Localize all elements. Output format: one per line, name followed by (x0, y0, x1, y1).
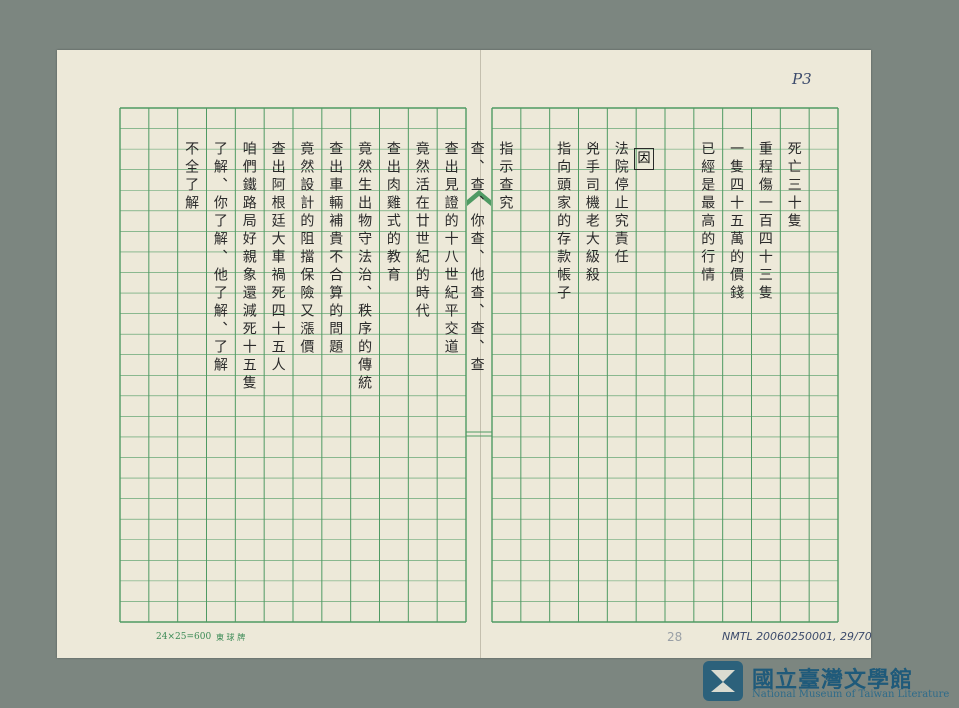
manuscript-line: 竟然設計的阻擋保險又漲價 (298, 140, 315, 357)
manuscript-line: 法院停止究責任 (612, 140, 629, 267)
manuscript-line: 查出見證的十八世紀平交道 (442, 140, 459, 357)
paper-brand: 東 球 牌 (216, 633, 246, 642)
manuscript-line: 不全了解 (183, 140, 200, 213)
manuscript-line: 竟然活在廿世紀的時代 (413, 140, 430, 321)
museum-name-english: National Museum of Taiwan Literature (752, 689, 950, 700)
museum-emblem-icon (703, 661, 743, 701)
manuscript-line: 竟然生出物守法治、秩序的傳統 (356, 140, 373, 393)
manuscript-line: 查、查、你查、他查、查、查 (468, 140, 485, 375)
manuscript-line: 死亡三十隻 (785, 140, 802, 231)
manuscript-line: 查出阿根廷大車禍死四十五人 (269, 140, 286, 375)
manuscript-line: 了解、你了解、他了解、了解 (211, 140, 228, 375)
manuscript-line: 兇手司機老大級殺 (583, 140, 600, 285)
museum-logo: 國立臺灣文學館 National Museum of Taiwan Litera… (700, 658, 956, 706)
page-mark: P3 (792, 70, 812, 88)
manuscript-line: 查出肉雞式的教育 (384, 140, 401, 285)
manuscript-line: 咱們鐵路局好親象還減死十五隻 (240, 140, 257, 393)
manuscript-line: 已經是最高的行情 (699, 140, 716, 285)
paper-spec: 24×25=600 (156, 632, 212, 642)
archive-id: NMTL 20060250001, 29/70 (722, 630, 872, 643)
manuscript-line: 查出車輛補貴不合算的問題 (327, 140, 344, 357)
boxed-character: 因 (634, 148, 654, 170)
manuscript-line: 指向頭家的存款帳子 (555, 140, 572, 303)
manuscript-line: 一隻四十五萬的價錢 (728, 140, 745, 303)
sheet-number: 28 (667, 630, 683, 644)
manuscript-line: 指示查究 (497, 140, 514, 213)
manuscript-line: 重程傷一百四十三隻 (756, 140, 773, 303)
